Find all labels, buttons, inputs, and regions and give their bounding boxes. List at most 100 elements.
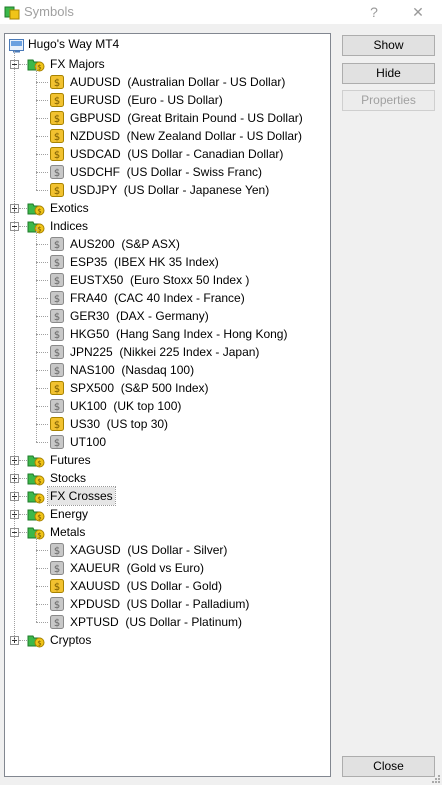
- tree-group-label: Stocks: [50, 471, 87, 485]
- symbol-item[interactable]: $ UT100: [5, 433, 325, 451]
- tree-connector: [36, 388, 48, 389]
- svg-text:$: $: [54, 348, 60, 359]
- svg-text:$: $: [54, 438, 60, 449]
- svg-text:$: $: [54, 582, 60, 593]
- tree-connector: [36, 622, 48, 623]
- tree-group-exotics[interactable]: $ Exotics: [5, 199, 325, 217]
- symbol-item[interactable]: $ ESP35 (IBEX HK 35 Index): [5, 253, 325, 271]
- tree-group-energy[interactable]: $ Energy: [5, 505, 325, 523]
- tree-connector: [36, 100, 48, 101]
- tree-connector: [19, 208, 27, 209]
- symbol-group-folder-icon: $: [27, 470, 45, 486]
- tree-group-stocks[interactable]: $ Stocks: [5, 469, 325, 487]
- svg-text:$: $: [54, 330, 60, 341]
- symbol-inactive-icon: $: [50, 543, 64, 557]
- tree-connector: [36, 298, 48, 299]
- symbol-active-icon: $: [50, 381, 64, 395]
- symbol-label: XPTUSD (US Dollar - Platinum): [70, 615, 243, 629]
- symbol-inactive-icon: $: [50, 561, 64, 575]
- symbol-item[interactable]: $ USDJPY (US Dollar - Japanese Yen): [5, 181, 325, 199]
- tree-root-label[interactable]: Hugo's Way MT4: [28, 37, 119, 51]
- tree-group-label: Metals: [50, 525, 86, 539]
- tree-group-fx-majors[interactable]: $ FX Majors: [5, 55, 325, 73]
- svg-text:$: $: [37, 226, 41, 234]
- symbol-inactive-icon: $: [50, 399, 64, 413]
- tree-connector: [36, 227, 37, 442]
- symbol-item[interactable]: $ GBPUSD (Great Britain Pound - US Dollar…: [5, 109, 325, 127]
- tree-connector: [36, 424, 48, 425]
- symbol-label: USDCAD (US Dollar - Canadian Dollar): [70, 147, 284, 161]
- symbol-item[interactable]: $ AUDUSD (Australian Dollar - US Dollar): [5, 73, 325, 91]
- symbol-item[interactable]: $ EUSTX50 (Euro Stoxx 50 Index ): [5, 271, 325, 289]
- symbol-label: NZDUSD (New Zealand Dollar - US Dollar): [70, 129, 303, 143]
- symbol-label: GER30 (DAX - Germany): [70, 309, 209, 323]
- symbol-item[interactable]: $ HKG50 (Hang Sang Index - Hong Kong): [5, 325, 325, 343]
- symbol-inactive-icon: $: [50, 327, 64, 341]
- tree-connector: [19, 496, 27, 497]
- symbol-item[interactable]: $ NZDUSD (New Zealand Dollar - US Dollar): [5, 127, 325, 145]
- symbol-label: GBPUSD (Great Britain Pound - US Dollar): [70, 111, 303, 125]
- svg-text:$: $: [54, 294, 60, 305]
- tree-group-fx-crosses[interactable]: $ FX Crosses: [5, 486, 325, 506]
- symbol-label: NAS100 (Nasdaq 100): [70, 363, 195, 377]
- tree-connector: [36, 442, 48, 443]
- tree-connector: [36, 65, 37, 190]
- symbol-item[interactable]: $ AUS200 (S&P ASX): [5, 235, 325, 253]
- symbol-item[interactable]: $ XPTUSD (US Dollar - Platinum): [5, 613, 325, 631]
- tree-group-cryptos[interactable]: $ Cryptos: [5, 631, 325, 649]
- show-button[interactable]: Show: [342, 35, 435, 56]
- symbol-item[interactable]: $ USDCAD (US Dollar - Canadian Dollar): [5, 145, 325, 163]
- tree-connector: [36, 370, 48, 371]
- symbol-inactive-icon: $: [50, 435, 64, 449]
- symbol-item[interactable]: $ XAGUSD (US Dollar - Silver): [5, 541, 325, 559]
- symbol-item[interactable]: $ XPDUSD (US Dollar - Palladium): [5, 595, 325, 613]
- svg-text:$: $: [37, 208, 41, 216]
- tree-group-label: FX Majors: [50, 57, 105, 71]
- symbol-label: USDJPY (US Dollar - Japanese Yen): [70, 183, 270, 197]
- symbol-item[interactable]: $ XAUUSD (US Dollar - Gold): [5, 577, 325, 595]
- symbol-item[interactable]: $ JPN225 (Nikkei 225 Index - Japan): [5, 343, 325, 361]
- svg-text:$: $: [54, 78, 60, 89]
- resize-grip-icon[interactable]: [430, 773, 440, 783]
- tree-connector: [36, 533, 37, 622]
- close-button[interactable]: Close: [342, 756, 435, 777]
- close-window-button[interactable]: ✕: [398, 0, 438, 24]
- symbol-active-icon: $: [50, 147, 64, 161]
- tree-group-futures[interactable]: $ Futures: [5, 451, 325, 469]
- tree-group-label: Exotics: [50, 201, 89, 215]
- symbol-item[interactable]: $ US30 (US top 30): [5, 415, 325, 433]
- symbol-item[interactable]: $ UK100 (UK top 100): [5, 397, 325, 415]
- symbol-inactive-icon: $: [50, 597, 64, 611]
- hide-button[interactable]: Hide: [342, 63, 435, 84]
- symbols-tree[interactable]: Hugo's Way MT4 $ FX Majors $ AUDUSD (Austral…: [4, 33, 331, 777]
- tree-connector: [36, 586, 48, 587]
- symbol-inactive-icon: $: [50, 615, 64, 629]
- symbol-active-icon: $: [50, 93, 64, 107]
- symbol-label: USDCHF (US Dollar - Swiss Franc): [70, 165, 263, 179]
- svg-text:$: $: [54, 402, 60, 413]
- tree-connector: [36, 550, 48, 551]
- help-button[interactable]: ?: [354, 0, 394, 24]
- tree-connector: [36, 352, 48, 353]
- svg-text:$: $: [54, 186, 60, 197]
- symbol-item[interactable]: $ GER30 (DAX - Germany): [5, 307, 325, 325]
- svg-text:$: $: [54, 240, 60, 251]
- svg-text:$: $: [54, 96, 60, 107]
- tree-connector: [36, 334, 48, 335]
- symbol-inactive-icon: $: [50, 345, 64, 359]
- symbol-label: FRA40 (CAC 40 Index - France): [70, 291, 245, 305]
- symbol-item[interactable]: $ SPX500 (S&P 500 Index): [5, 379, 325, 397]
- tree-group-metals[interactable]: $ Metals: [5, 523, 325, 541]
- symbol-item[interactable]: $ NAS100 (Nasdaq 100): [5, 361, 325, 379]
- symbol-item[interactable]: $ USDCHF (US Dollar - Swiss Franc): [5, 163, 325, 181]
- svg-text:$: $: [37, 640, 41, 648]
- tree-connector: [36, 82, 48, 83]
- tree-group-indices[interactable]: $ Indices: [5, 217, 325, 235]
- svg-text:$: $: [54, 384, 60, 395]
- properties-button[interactable]: Properties: [342, 90, 435, 111]
- symbol-item[interactable]: $ EURUSD (Euro - US Dollar): [5, 91, 325, 109]
- symbols-app-icon: [4, 6, 20, 20]
- symbol-item[interactable]: $ XAUEUR (Gold vs Euro): [5, 559, 325, 577]
- symbol-inactive-icon: $: [50, 165, 64, 179]
- symbol-item[interactable]: $ FRA40 (CAC 40 Index - France): [5, 289, 325, 307]
